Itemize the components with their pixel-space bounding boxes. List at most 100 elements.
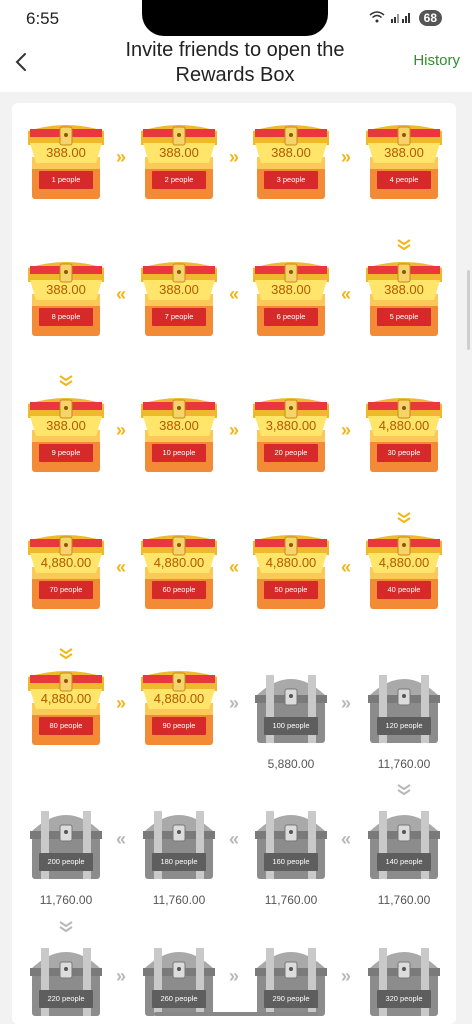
silver-treasure-chest[interactable]: 260 people <box>137 940 221 1020</box>
silver-treasure-chest[interactable]: 120 people <box>362 667 446 747</box>
silver-treasure-chest-icon <box>255 948 327 1016</box>
silver-treasure-chest-icon <box>255 675 327 743</box>
gold-treasure-chest-icon <box>141 262 217 336</box>
gold-treasure-chest[interactable]: 4,880.00 40 people <box>362 531 446 611</box>
gold-treasure-chest[interactable]: 4,880.00 50 people <box>249 531 333 611</box>
battery-indicator: 68 <box>418 10 442 26</box>
gold-treasure-chest[interactable]: 388.00 3 people <box>249 121 333 201</box>
people-required-label: 70 people <box>39 581 93 599</box>
people-required-label: 220 people <box>39 990 93 1008</box>
people-required-label: 200 people <box>39 853 93 871</box>
people-required-label: 180 people <box>152 853 206 871</box>
people-required-label: 80 people <box>39 717 93 735</box>
gold-treasure-chest-icon <box>366 398 442 472</box>
people-required-label: 2 people <box>152 171 206 189</box>
gold-treasure-chest-icon <box>366 125 442 199</box>
silver-treasure-chest[interactable]: 100 people <box>249 667 333 747</box>
flow-chevron-icon: « <box>228 284 239 304</box>
gold-treasure-chest[interactable]: 4,880.00 80 people <box>24 667 108 747</box>
people-required-label: 30 people <box>377 444 431 462</box>
flow-chevron-icon: » <box>228 147 239 167</box>
reward-amount: 388.00 <box>46 418 86 433</box>
gold-treasure-chest[interactable]: 388.00 9 people <box>24 394 108 474</box>
reward-amount: 11,760.00 <box>152 893 206 907</box>
flow-chevron-icon: » <box>340 420 351 440</box>
signal-icon <box>390 11 413 26</box>
gold-treasure-chest[interactable]: 3,880.00 20 people <box>249 394 333 474</box>
gold-treasure-chest-icon <box>253 398 329 472</box>
reward-amount: 3,880.00 <box>265 418 317 433</box>
status-bar: 6:55 68 <box>0 0 472 36</box>
reward-amount: 5,880.00 <box>267 757 315 771</box>
people-required-label: 260 people <box>152 990 206 1008</box>
flow-chevron-icon: « <box>115 557 126 577</box>
flow-chevron-icon: » <box>115 420 126 440</box>
reward-amount: 4,880.00 <box>153 691 205 706</box>
silver-treasure-chest[interactable]: 140 people <box>362 803 446 883</box>
people-required-label: 290 people <box>264 990 318 1008</box>
gold-treasure-chest[interactable]: 388.00 4 people <box>362 121 446 201</box>
silver-treasure-chest[interactable]: 320 people <box>362 940 446 1020</box>
gold-treasure-chest[interactable]: 4,880.00 70 people <box>24 531 108 611</box>
silver-treasure-chest[interactable]: 290 people <box>249 940 333 1020</box>
reward-amount: 4,880.00 <box>40 691 92 706</box>
silver-treasure-chest[interactable]: 160 people <box>249 803 333 883</box>
back-arrow-icon[interactable] <box>10 50 34 74</box>
people-required-label: 50 people <box>264 581 318 599</box>
gold-treasure-chest[interactable]: 4,880.00 60 people <box>137 531 221 611</box>
gold-treasure-chest[interactable]: 4,880.00 90 people <box>137 667 221 747</box>
people-required-label: 3 people <box>264 171 318 189</box>
flow-chevron-icon: » <box>340 693 351 713</box>
reward-amount: 388.00 <box>46 282 86 297</box>
gold-treasure-chest[interactable]: 4,880.00 30 people <box>362 394 446 474</box>
silver-treasure-chest-icon <box>30 811 102 879</box>
people-required-label: 90 people <box>152 717 206 735</box>
reward-amount: 388.00 <box>271 145 311 160</box>
gold-treasure-chest-icon <box>366 535 442 609</box>
people-required-label: 4 people <box>377 171 431 189</box>
history-button[interactable]: History <box>413 52 460 69</box>
gold-treasure-chest-icon <box>28 398 104 472</box>
gold-treasure-chest[interactable]: 388.00 7 people <box>137 258 221 338</box>
people-required-label: 120 people <box>377 717 431 735</box>
gold-treasure-chest[interactable]: 388.00 10 people <box>137 394 221 474</box>
reward-amount: 4,880.00 <box>153 555 205 570</box>
flow-chevron-down-icon <box>57 647 75 660</box>
flow-chevron-down-icon <box>395 783 413 796</box>
reward-amount: 388.00 <box>159 145 199 160</box>
gold-treasure-chest[interactable]: 388.00 1 people <box>24 121 108 201</box>
reward-amount: 388.00 <box>384 282 424 297</box>
reward-amount: 11,760.00 <box>264 893 318 907</box>
people-required-label: 60 people <box>152 581 206 599</box>
reward-amount: 11,760.00 <box>39 893 93 907</box>
wifi-icon <box>369 10 385 26</box>
gold-treasure-chest-icon <box>253 535 329 609</box>
people-required-label: 8 people <box>39 308 93 326</box>
flow-chevron-icon: « <box>115 284 126 304</box>
status-time: 6:55 <box>26 9 60 28</box>
gold-treasure-chest-icon <box>141 535 217 609</box>
reward-amount: 4,880.00 <box>378 555 430 570</box>
gold-treasure-chest-icon <box>28 262 104 336</box>
gold-treasure-chest[interactable]: 388.00 6 people <box>249 258 333 338</box>
flow-chevron-icon: » <box>115 966 126 986</box>
flow-chevron-icon: » <box>115 693 126 713</box>
gold-treasure-chest[interactable]: 388.00 8 people <box>24 258 108 338</box>
flow-chevron-icon: « <box>228 829 239 849</box>
silver-treasure-chest[interactable]: 180 people <box>137 803 221 883</box>
gold-treasure-chest[interactable]: 388.00 2 people <box>137 121 221 201</box>
home-indicator <box>154 1012 318 1016</box>
gold-treasure-chest-icon <box>28 125 104 199</box>
flow-chevron-icon: » <box>340 966 351 986</box>
silver-treasure-chest[interactable]: 220 people <box>24 940 108 1020</box>
reward-amount: 4,880.00 <box>378 418 430 433</box>
silver-treasure-chest-icon <box>368 948 440 1016</box>
reward-amount: 11,760.00 <box>377 893 431 907</box>
scrollbar[interactable] <box>467 270 470 350</box>
gold-treasure-chest[interactable]: 388.00 5 people <box>362 258 446 338</box>
flow-chevron-icon: « <box>340 557 351 577</box>
reward-amount: 388.00 <box>159 418 199 433</box>
flow-chevron-down-icon <box>57 920 75 933</box>
people-required-label: 1 people <box>39 171 93 189</box>
silver-treasure-chest[interactable]: 200 people <box>24 803 108 883</box>
